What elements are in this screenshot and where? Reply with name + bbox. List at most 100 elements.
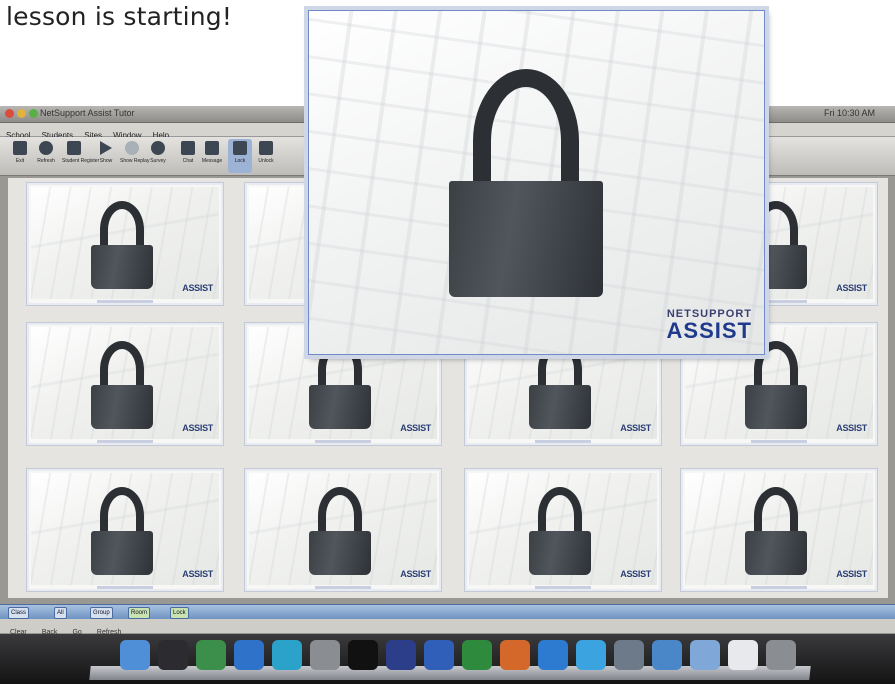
lock-button[interactable]: Lock: [228, 139, 252, 173]
messenger-icon[interactable]: [576, 640, 606, 670]
assist-logo: ASSIST: [400, 569, 431, 579]
status-group[interactable]: Group: [90, 607, 113, 619]
refresh-icon: [39, 141, 53, 155]
padlock-icon: [91, 487, 153, 575]
padlock-shackle: [473, 69, 579, 189]
zoomed-student-preview[interactable]: NETSUPPORT ASSIST: [308, 10, 765, 355]
student-thumbnail[interactable]: ASSIST: [464, 468, 662, 592]
student-thumbnail[interactable]: ASSIST: [26, 468, 224, 592]
word-icon[interactable]: [424, 640, 454, 670]
thumbnail-screen: ASSIST: [31, 187, 219, 299]
display-icon[interactable]: [386, 640, 416, 670]
padlock-shackle: [100, 341, 144, 389]
survey-icon: [151, 141, 165, 155]
close-window-button[interactable]: [5, 109, 14, 118]
padlock-shackle: [538, 487, 582, 535]
thumbnail-screen: ASSIST: [31, 473, 219, 585]
student-thumbnail[interactable]: ASSIST: [680, 468, 878, 592]
thumbnail-caption-bar: [315, 586, 371, 589]
thumbnail-caption-bar: [535, 440, 591, 443]
lock-icon: [233, 141, 247, 155]
trash-icon[interactable]: [766, 640, 796, 670]
assist-logo: ASSIST: [400, 423, 431, 433]
lesson-caption: lesson is starting!: [6, 2, 233, 31]
assist-logo: ASSIST: [836, 423, 867, 433]
padlock-shackle: [100, 487, 144, 535]
assist-logo: ASSIST: [620, 569, 651, 579]
status-room[interactable]: Room: [128, 607, 151, 619]
student-thumbnail[interactable]: ASSIST: [26, 182, 224, 306]
status-lock[interactable]: Lock: [170, 607, 189, 619]
survey-button[interactable]: Survey: [146, 139, 170, 173]
finder-icon[interactable]: [120, 640, 150, 670]
exit-button[interactable]: Exit: [8, 139, 32, 173]
padlock-icon: [309, 487, 371, 575]
unlock-button[interactable]: Unlock: [254, 139, 278, 173]
thumbnail-screen: ASSIST: [469, 473, 657, 585]
padlock-icon: [529, 487, 591, 575]
thumbnail-caption-bar: [97, 440, 153, 443]
system-preferences-icon[interactable]: [310, 640, 340, 670]
thumbnail-screen: ASSIST: [249, 473, 437, 585]
thumbnail-caption-bar: [315, 440, 371, 443]
assist-logo: ASSIST: [620, 423, 651, 433]
excel-icon[interactable]: [462, 640, 492, 670]
padlock-body: [309, 385, 371, 429]
thumbnail-caption-bar: [97, 586, 153, 589]
assist-logo: ASSIST: [836, 569, 867, 579]
chat-icon: [181, 141, 195, 155]
padlock-icon: [449, 69, 603, 299]
student-thumbnail[interactable]: ASSIST: [26, 322, 224, 446]
activity-monitor-icon[interactable]: [196, 640, 226, 670]
show-replay-button[interactable]: Show Replay: [120, 139, 149, 173]
window-title: NetSupport Assist Tutor: [40, 108, 135, 118]
documents-icon[interactable]: [728, 640, 758, 670]
padlock-body: [91, 245, 153, 289]
outlook-icon[interactable]: [538, 640, 568, 670]
padlock-shackle: [318, 487, 362, 535]
assist-logo: ASSIST: [182, 283, 213, 293]
show-button[interactable]: Show: [94, 139, 118, 173]
status-class[interactable]: Class: [8, 607, 30, 619]
padlock-body: [745, 385, 807, 429]
folder-icon[interactable]: [690, 640, 720, 670]
student-register-button[interactable]: Student Register: [62, 139, 99, 173]
powerpoint-icon[interactable]: [500, 640, 530, 670]
thumbnail-caption-bar: [751, 586, 807, 589]
info-bar: Clear Back Go Refresh: [0, 619, 895, 636]
padlock-body: [309, 531, 371, 575]
status-bar: Class All Group Room Lock: [0, 604, 895, 619]
thumbnail-caption-bar: [97, 300, 153, 303]
padlock-body: [91, 385, 153, 429]
student-thumbnail[interactable]: ASSIST: [244, 468, 442, 592]
padlock-icon: [745, 487, 807, 575]
thumbnail-screen: ASSIST: [685, 473, 873, 585]
netsupport-icon[interactable]: [652, 640, 682, 670]
register-icon: [67, 141, 81, 155]
assist-wordmark: ASSIST: [666, 318, 752, 343]
zoom-window-button[interactable]: [29, 109, 38, 118]
assist-logo: ASSIST: [182, 569, 213, 579]
app-icon[interactable]: [614, 640, 644, 670]
assist-logo: ASSIST: [182, 423, 213, 433]
time-machine-icon[interactable]: [272, 640, 302, 670]
padlock-shackle: [754, 487, 798, 535]
thumbnail-screen: ASSIST: [31, 327, 219, 439]
padlock-body: [91, 531, 153, 575]
terminal-icon[interactable]: [348, 640, 378, 670]
preview-screen: NETSUPPORT ASSIST: [309, 11, 764, 354]
assist-logo: ASSIST: [836, 283, 867, 293]
message-icon: [205, 141, 219, 155]
minimize-window-button[interactable]: [17, 109, 26, 118]
safari-icon[interactable]: [234, 640, 264, 670]
refresh-button[interactable]: Refresh: [34, 139, 58, 173]
dashboard-icon[interactable]: [158, 640, 188, 670]
padlock-icon: [91, 341, 153, 429]
padlock-body: [529, 385, 591, 429]
padlock-body: [529, 531, 591, 575]
status-all[interactable]: All: [54, 607, 67, 619]
thumbnail-caption-bar: [535, 586, 591, 589]
chat-button[interactable]: Chat: [176, 139, 200, 173]
padlock-body: [745, 531, 807, 575]
message-button[interactable]: Message: [200, 139, 224, 173]
